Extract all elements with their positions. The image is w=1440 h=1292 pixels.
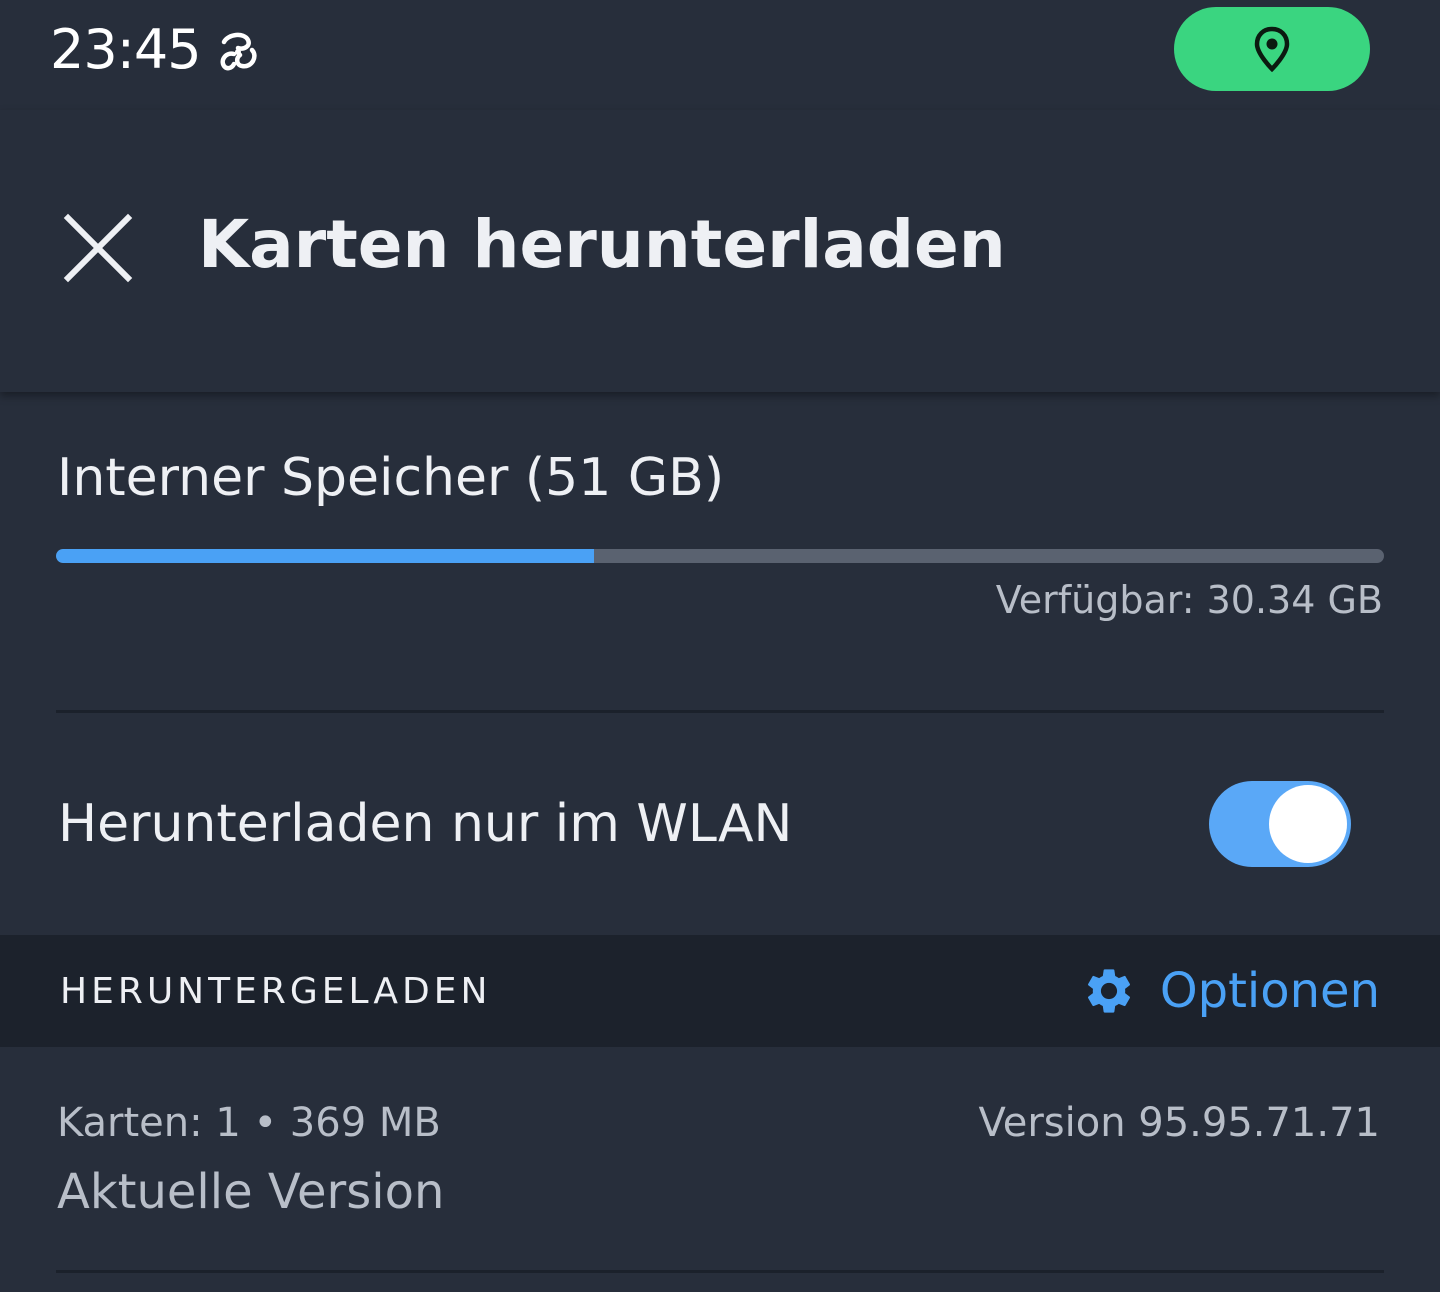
storage-available-label: Verfügbar: 30.34 GB — [995, 578, 1383, 622]
gear-icon — [1087, 969, 1130, 1013]
maps-count-label: Karten: 1 • 369 MB — [57, 1100, 441, 1146]
wifi-only-toggle[interactable] — [1209, 781, 1351, 867]
divider — [56, 1270, 1384, 1273]
version-status-label: Aktuelle Version — [57, 1164, 445, 1220]
storage-title: Interner Speicher (51 GB) — [57, 448, 725, 508]
version-label: Version 95.95.71.71 — [978, 1100, 1380, 1146]
page-title: Karten herunterladen — [198, 206, 1006, 283]
cast-swirl-icon — [220, 32, 257, 71]
wifi-only-label: Herunterladen nur im WLAN — [58, 794, 793, 854]
options-button[interactable]: Optionen — [1082, 959, 1380, 1023]
app-bar: Karten herunterladen — [0, 110, 1440, 392]
location-pin-icon — [1254, 26, 1290, 72]
toggle-knob — [1269, 785, 1347, 863]
downloaded-section-header: HERUNTERGELADEN Optionen — [0, 935, 1440, 1047]
storage-progress-fill — [56, 549, 594, 563]
location-indicator[interactable] — [1174, 7, 1370, 91]
section-title: HERUNTERGELADEN — [60, 971, 492, 1012]
options-label: Optionen — [1159, 963, 1380, 1019]
status-time: 23:45 — [50, 18, 202, 81]
status-bar: 23:45 — [0, 0, 1440, 110]
divider — [56, 710, 1384, 713]
storage-progress-bar — [56, 549, 1384, 563]
close-icon[interactable] — [62, 212, 134, 284]
